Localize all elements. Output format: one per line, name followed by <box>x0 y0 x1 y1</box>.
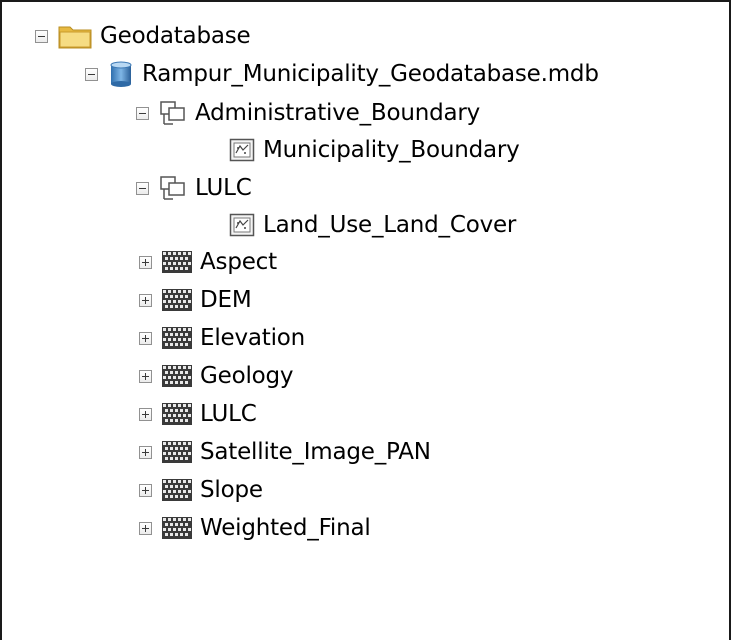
raster-dataset-icon <box>162 289 192 311</box>
polygon-feature-class-icon <box>229 138 255 162</box>
raster-dataset-icon <box>162 365 192 387</box>
tree-node-label: Land_Use_Land_Cover <box>263 212 517 238</box>
catalog-tree-panel: Geodatabase Rampur_Municipality_Geodatab… <box>0 0 731 640</box>
collapse-toggle-icon[interactable] <box>136 181 149 195</box>
tree-node-label: Geology <box>200 363 294 389</box>
tree-node-raster[interactable]: Elevation <box>139 320 305 356</box>
raster-dataset-icon <box>162 327 192 349</box>
polygon-feature-class-icon <box>229 213 255 237</box>
raster-dataset-icon <box>162 441 192 463</box>
tree-node-geodatabase[interactable]: Geodatabase <box>35 18 251 54</box>
expand-toggle-icon[interactable] <box>139 369 152 383</box>
raster-dataset-icon <box>162 479 192 501</box>
expand-toggle-icon[interactable] <box>139 255 152 269</box>
folder-icon <box>58 26 92 49</box>
tree-node-feature-class[interactable]: Municipality_Boundary <box>229 132 520 168</box>
tree-node-raster[interactable]: Slope <box>139 472 263 508</box>
raster-dataset-icon <box>162 517 192 539</box>
tree-node-raster[interactable]: Satellite_Image_PAN <box>139 434 431 470</box>
collapse-toggle-icon[interactable] <box>85 67 98 81</box>
tree-node-label: Administrative_Boundary <box>195 100 481 126</box>
expand-toggle-icon[interactable] <box>139 407 152 421</box>
expand-toggle-icon[interactable] <box>139 293 152 307</box>
tree-node-feature-class[interactable]: Land_Use_Land_Cover <box>229 207 516 243</box>
raster-dataset-icon <box>162 403 192 425</box>
database-icon <box>110 61 132 87</box>
expand-toggle-icon[interactable] <box>139 521 152 535</box>
tree-node-raster[interactable]: LULC <box>139 396 257 432</box>
tree-node-label: Geodatabase <box>100 23 251 49</box>
tree-node-label: LULC <box>195 175 252 201</box>
tree-node-label: Rampur_Municipality_Geodatabase.mdb <box>142 61 599 87</box>
tree-node-database[interactable]: Rampur_Municipality_Geodatabase.mdb <box>85 56 599 92</box>
tree-node-raster[interactable]: Aspect <box>139 244 277 280</box>
tree-node-label: Aspect <box>200 249 277 275</box>
tree-node-dataset[interactable]: Administrative_Boundary <box>136 95 480 131</box>
tree-node-label: Municipality_Boundary <box>263 137 520 163</box>
expand-toggle-icon[interactable] <box>139 483 152 497</box>
feature-dataset-icon <box>160 101 185 125</box>
tree-node-raster[interactable]: Weighted_Final <box>139 510 371 546</box>
feature-dataset-icon <box>160 176 185 200</box>
tree-node-label: Elevation <box>200 325 306 351</box>
tree-node-raster[interactable]: DEM <box>139 282 252 318</box>
tree-node-label: Satellite_Image_PAN <box>200 439 431 465</box>
tree-node-label: Slope <box>200 477 263 503</box>
tree-node-dataset[interactable]: LULC <box>136 170 252 206</box>
tree-node-label: Weighted_Final <box>200 515 371 541</box>
tree-node-raster[interactable]: Geology <box>139 358 294 394</box>
raster-dataset-icon <box>162 251 192 273</box>
tree-node-label: DEM <box>200 287 252 313</box>
tree-node-label: LULC <box>200 401 257 427</box>
collapse-toggle-icon[interactable] <box>136 106 149 120</box>
expand-toggle-icon[interactable] <box>139 445 152 459</box>
expand-toggle-icon[interactable] <box>139 331 152 345</box>
collapse-toggle-icon[interactable] <box>35 29 48 43</box>
